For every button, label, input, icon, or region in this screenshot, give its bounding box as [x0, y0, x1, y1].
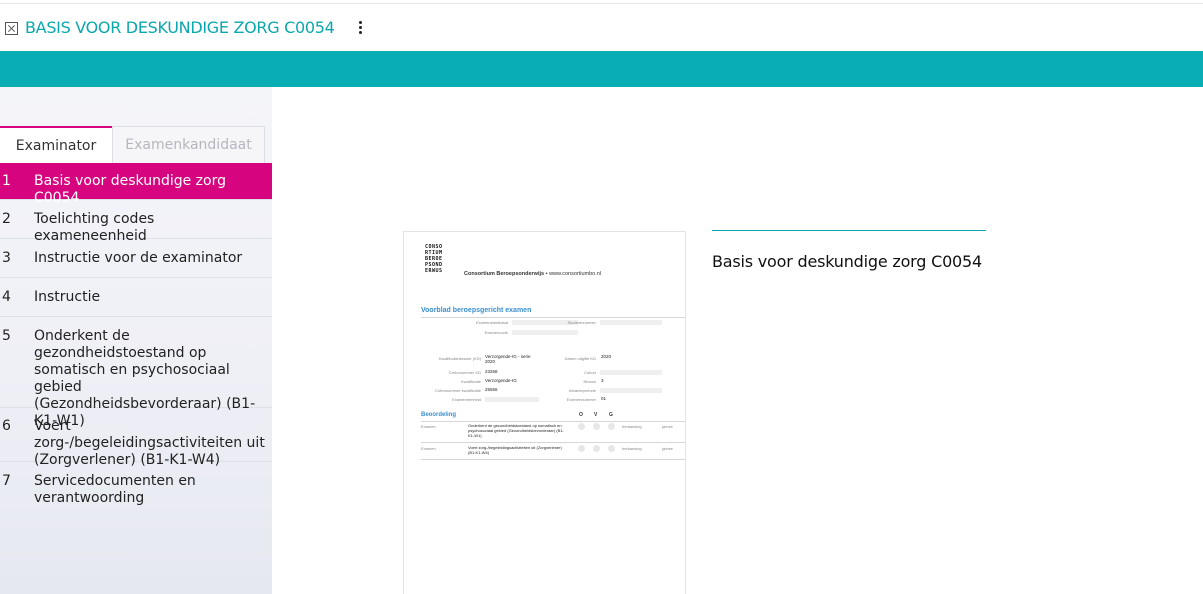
doc-field	[485, 397, 539, 402]
radio-o[interactable]	[578, 423, 585, 430]
doc-label: Datum uitgifte KD	[564, 356, 596, 361]
doc-label: Crebonummer kwalificatie	[434, 388, 481, 393]
doc-value: 25656	[485, 387, 498, 392]
doc-label: herkansing	[622, 424, 642, 429]
toc-label: Servicedocumenten en verantwoording	[34, 473, 196, 506]
document-preview[interactable]: CONSO RTIUM BEROE PSOND ERWUS Consortium…	[403, 231, 686, 594]
doc-value: 01	[601, 396, 607, 401]
doc-label: herkansing	[622, 446, 642, 451]
doc-label: Cohort	[583, 370, 596, 375]
doc-rule	[421, 317, 685, 318]
toc-number: 2	[2, 211, 11, 227]
toc-item-1[interactable]: 1 Basis voor deskundige zorg C0054	[0, 163, 272, 206]
toc-number: 4	[2, 289, 11, 305]
toc-number: 1	[2, 173, 11, 189]
doc-rule	[421, 459, 685, 460]
close-box-icon[interactable]	[5, 22, 18, 35]
title-bar: BASIS VOOR DESKUNDIGE ZORG C0054	[0, 4, 1203, 51]
org-url: • www.consortiumbo.nl	[545, 271, 602, 277]
doc-field	[600, 370, 662, 375]
document-info: Basis voor deskundige zorg C0054	[712, 230, 986, 271]
doc-label: Examenkandidaat	[475, 320, 508, 325]
doc-label: Kwalificatie	[460, 379, 481, 384]
doc-value: 2020	[601, 354, 612, 359]
toc-label: Instructie voor de examinator	[34, 250, 243, 266]
doc-field	[600, 388, 662, 393]
ovg-v: V	[594, 412, 598, 418]
sidebar: Examinator Examenkandidaat 1 Basis voor …	[0, 87, 272, 594]
radio-g[interactable]	[608, 445, 615, 452]
toc-label: Toelichting codes exameneenheid	[34, 211, 155, 244]
doc-value: Verzorgende-IG - serie 2020	[485, 354, 531, 364]
doc-rule	[421, 442, 685, 443]
ovg-g: G	[609, 412, 613, 418]
toc-number: 6	[2, 418, 11, 434]
doc-label: Examen	[421, 446, 436, 451]
toc-number: 7	[2, 473, 11, 489]
doc-label: Examen	[421, 424, 436, 429]
doc-label: Studentnummer	[567, 320, 596, 325]
tab-examinator[interactable]: Examinator	[0, 126, 112, 163]
document-title: Basis voor deskundige zorg C0054	[712, 252, 982, 271]
doc-label: ja/nee	[662, 446, 673, 451]
doc-field	[600, 320, 662, 325]
doc-label: ja/nee	[662, 424, 673, 429]
doc-label: Examennummer	[566, 397, 596, 402]
toc-item-7[interactable]: 7 Servicedocumenten en verantwoording	[0, 462, 272, 518]
consortium-logo: CONSO RTIUM BEROE PSOND ERWUS	[425, 244, 443, 274]
toc-label: Basis voor deskundige zorg C0054	[34, 173, 226, 206]
doc-value: Verzorgende-IG	[485, 378, 517, 383]
doc-label: Crebonummer KD	[448, 370, 481, 375]
doc-heading: Voorblad beroepsgericht examen	[421, 307, 532, 314]
radio-v[interactable]	[593, 423, 600, 430]
doc-value: 3	[601, 378, 604, 383]
exam-2-text: Voert zorg-/begeleidingsactiviteiten uit…	[468, 445, 562, 455]
exam-1-text: Onderkent de gezondheidstoestand op soma…	[468, 423, 564, 438]
radio-v[interactable]	[593, 445, 600, 452]
radio-g[interactable]	[608, 423, 615, 430]
page-title: BASIS VOOR DESKUNDIGE ZORG C0054	[25, 18, 335, 37]
org-name: Consortium Beroepsonderwijs	[464, 271, 545, 277]
org-line: Consortium Beroepsonderwijs • www.consor…	[464, 271, 601, 277]
toc-label: Onderkent de gezondheidstoestand op soma…	[34, 328, 256, 429]
doc-label: Examencode	[484, 330, 508, 335]
toc-label: Instructie	[34, 289, 101, 305]
doc-label: Exameneenheid	[452, 397, 481, 402]
role-tabs: Examinator Examenkandidaat	[0, 126, 265, 163]
kebab-menu-icon[interactable]	[355, 19, 366, 36]
doc-field	[512, 330, 578, 335]
toc-item-4[interactable]: 4 Instructie	[0, 278, 272, 317]
toc-number: 5	[2, 328, 11, 344]
doc-label: Kwalificatiedossier (KD)	[438, 356, 481, 361]
toc-number: 3	[2, 250, 11, 266]
doc-label: Afnameperiode	[568, 388, 596, 393]
toc-item-5[interactable]: 5 Onderkent de gezondheidstoestand op so…	[0, 317, 272, 429]
doc-rule	[421, 421, 685, 422]
radio-o[interactable]	[578, 445, 585, 452]
ovg-o: O	[579, 412, 583, 418]
table-of-contents: 1 Basis voor deskundige zorg C0054 2 Toe…	[0, 163, 272, 518]
tab-examenkandidaat[interactable]: Examenkandidaat	[112, 126, 265, 163]
doc-value: 23268	[485, 369, 498, 374]
doc-label: Niveau	[583, 379, 596, 384]
info-rule	[712, 230, 986, 231]
doc-section-beoordeling: Beoordeling	[421, 412, 457, 418]
header-band	[0, 51, 1203, 87]
toc-label: Voert zorg-/begeleidingsactiviteiten uit…	[34, 418, 265, 468]
